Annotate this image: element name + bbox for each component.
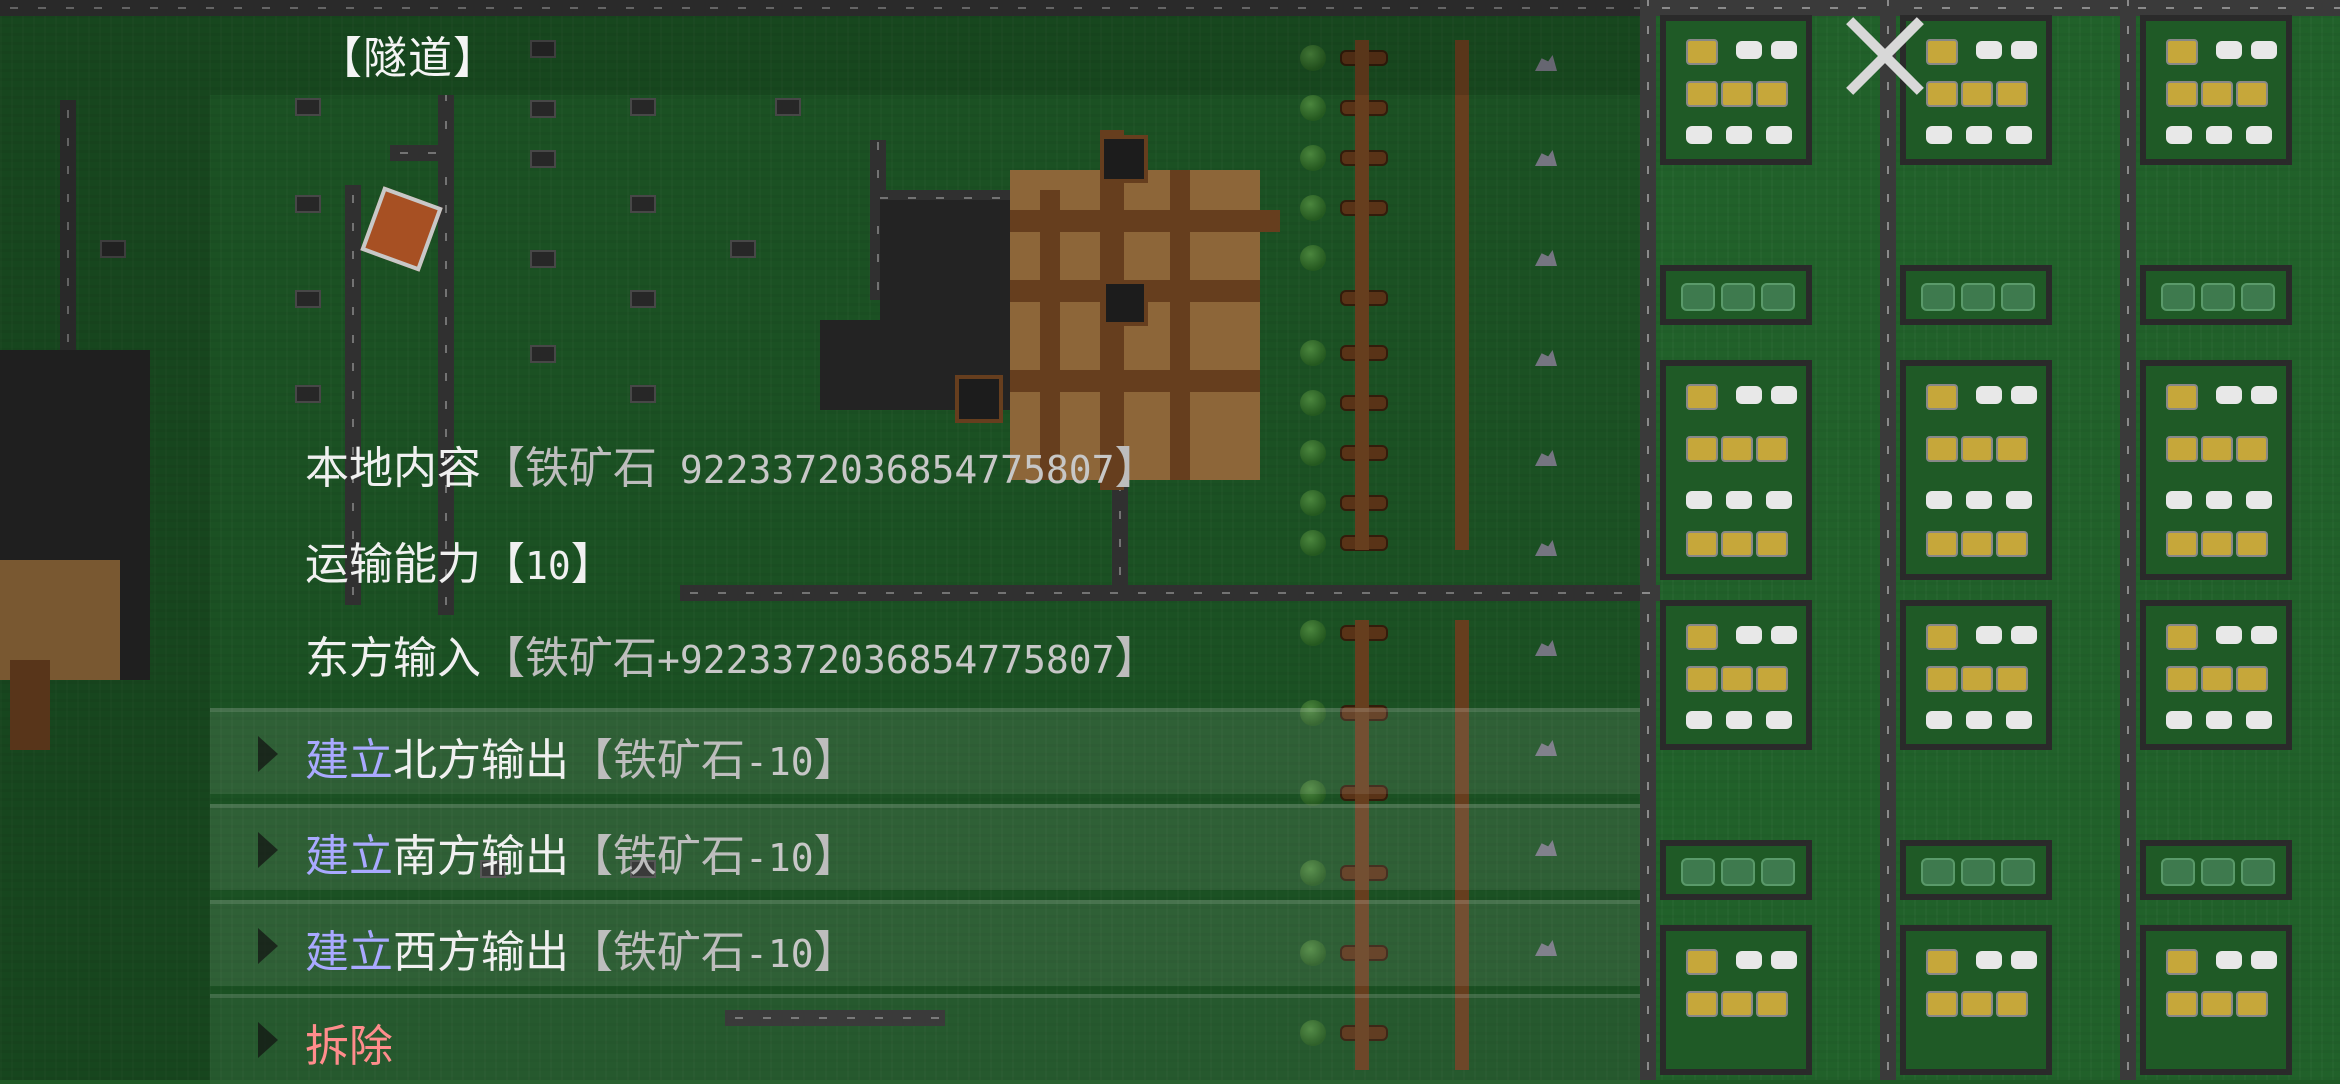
bracket-close: 】: [813, 927, 858, 978]
expand-triangle-icon: [258, 1022, 278, 1058]
farm-plot: [2140, 840, 2292, 900]
close-icon[interactable]: [1840, 10, 1930, 100]
bracket-open: 【: [569, 927, 613, 978]
expand-triangle-icon: [258, 928, 278, 964]
bracket-open: 【: [569, 735, 613, 786]
bracket-close: 】: [813, 735, 858, 786]
bracket-open: 【: [481, 443, 525, 494]
farm-plot: [2140, 600, 2292, 750]
build-west-output-button[interactable]: 建立西方输出【铁矿石-10】: [210, 900, 1640, 986]
bracket-close: 】: [813, 831, 858, 882]
transport-capacity-value: 10: [525, 544, 571, 588]
farm-plot: [1900, 265, 2052, 325]
farm-plot: [1900, 840, 2052, 900]
bracket-open: 【: [481, 539, 525, 590]
road: [1640, 0, 1656, 1080]
transport-capacity-label: 运输能力: [305, 539, 481, 590]
action-verb: 建立: [305, 927, 393, 978]
farm-plot: [1900, 360, 2052, 580]
farm-plot: [2140, 265, 2292, 325]
east-input-label: 东方输入: [305, 633, 481, 684]
farm-plot: [1660, 925, 1812, 1075]
farm-plot: [1900, 925, 2052, 1075]
east-input-value: +9223372036854775807: [657, 638, 1115, 682]
action-amount: -10: [745, 836, 814, 880]
demolish-label: 拆除: [305, 1021, 393, 1072]
farm-plot: [1660, 265, 1812, 325]
farm-plot: [1660, 360, 1812, 580]
action-amount: -10: [745, 932, 814, 976]
bracket-close: 】: [570, 539, 615, 590]
item-name: 铁矿石: [613, 735, 745, 786]
local-content-line: 本地内容【铁矿石 9223372036854775807】: [305, 432, 1159, 496]
action-amount: -10: [745, 740, 814, 784]
action-verb: 建立: [305, 831, 393, 882]
transport-capacity-line: 运输能力【10】: [305, 528, 615, 592]
demolish-button[interactable]: 拆除: [210, 994, 1640, 1084]
farm-plot: [1660, 15, 1812, 165]
road: [1880, 0, 1896, 1080]
build-north-output-button[interactable]: 建立北方输出【铁矿石-10】: [210, 708, 1640, 794]
road: [2120, 0, 2136, 1080]
dialog-title: 【隧道】: [318, 33, 498, 84]
expand-triangle-icon: [258, 736, 278, 772]
action-verb: 建立: [305, 735, 393, 786]
east-input-line: 东方输入【铁矿石+9223372036854775807】: [305, 622, 1159, 686]
item-name: 铁矿石: [525, 443, 657, 494]
action-target: 西方输出: [393, 927, 569, 978]
local-content-value: 9223372036854775807: [657, 448, 1115, 492]
farm-plot: [2140, 360, 2292, 580]
farm-plot: [2140, 925, 2292, 1075]
item-name: 铁矿石: [613, 927, 745, 978]
farm-plot: [1660, 840, 1812, 900]
overlay-dim: [0, 0, 210, 1080]
local-content-label: 本地内容: [305, 443, 481, 494]
action-target: 南方输出: [393, 831, 569, 882]
item-name: 铁矿石: [613, 831, 745, 882]
farm-plot: [1660, 600, 1812, 750]
bracket-close: 】: [1114, 633, 1159, 684]
farm-plot: [2140, 15, 2292, 165]
bracket-open: 【: [569, 831, 613, 882]
action-target: 北方输出: [393, 735, 569, 786]
bracket-open: 【: [481, 633, 525, 684]
expand-triangle-icon: [258, 832, 278, 868]
item-name: 铁矿石: [525, 633, 657, 684]
farm-plot: [1900, 600, 2052, 750]
build-south-output-button[interactable]: 建立南方输出【铁矿石-10】: [210, 804, 1640, 890]
bracket-close: 】: [1114, 443, 1159, 494]
